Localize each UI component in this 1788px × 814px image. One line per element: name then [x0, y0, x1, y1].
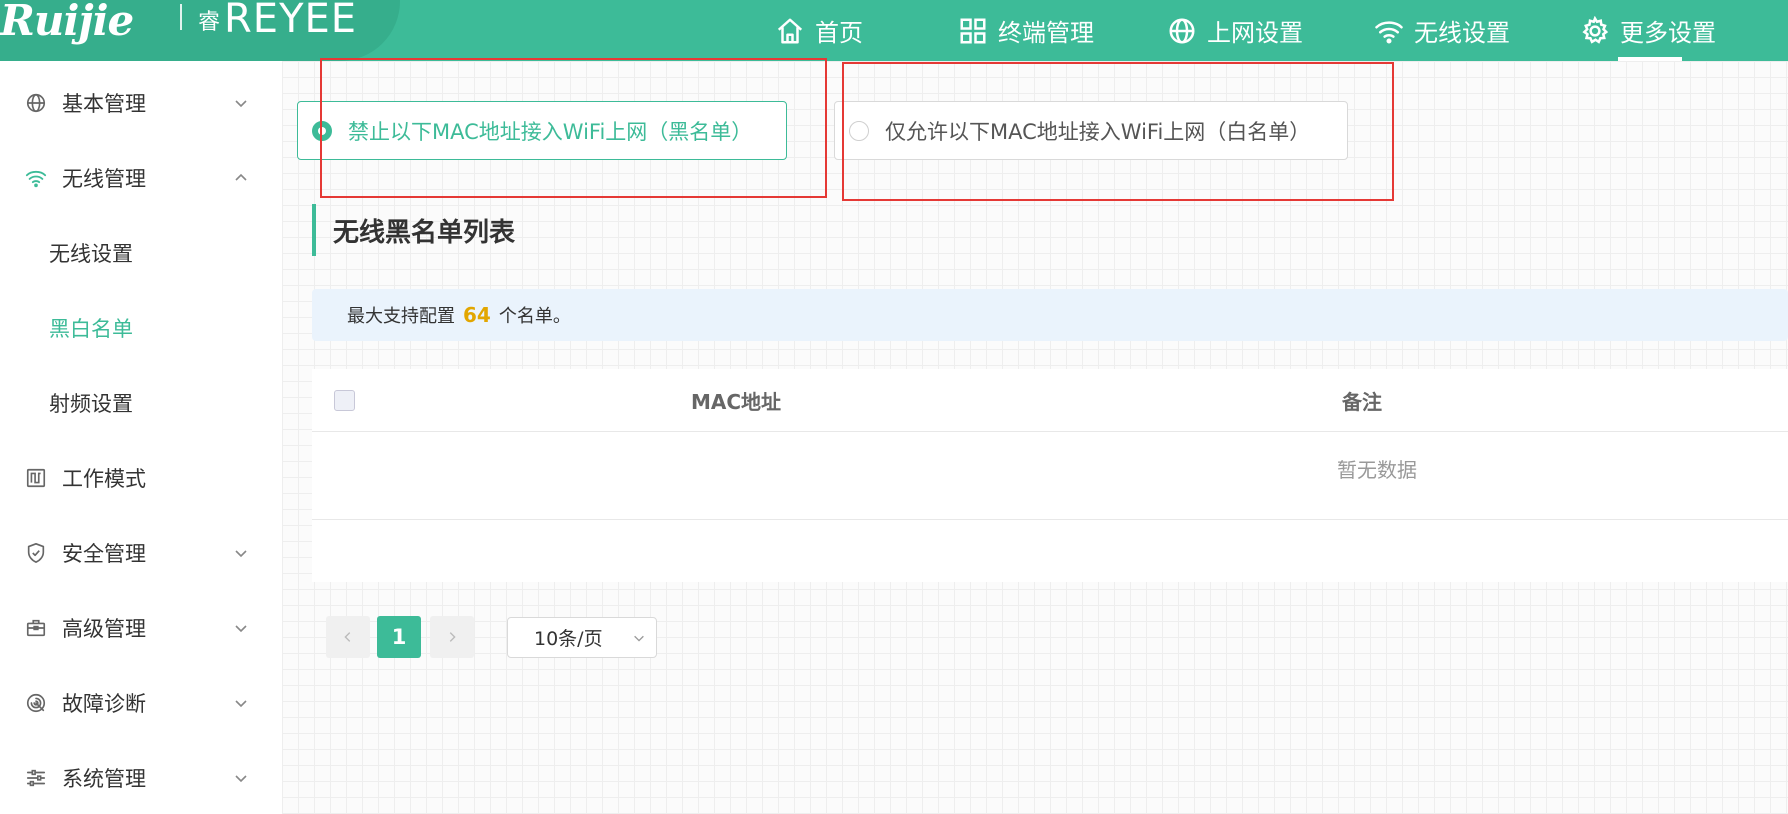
radio-checked-icon: [312, 120, 332, 141]
table-empty-row: 暂无数据: [312, 432, 1788, 520]
page-size-value: 10条/页: [534, 628, 603, 650]
sidebar-subitem-label: 射频设置: [49, 392, 133, 416]
sidebar-item-advanced[interactable]: 高级管理: [0, 603, 270, 653]
chevron-right-icon: [449, 632, 456, 642]
blacklist-radio[interactable]: 禁止以下MAC地址接入WiFi上网（黑名单）: [297, 101, 787, 160]
sidebar-item-label: 无线管理: [62, 167, 146, 191]
chevron-down-icon: [235, 100, 247, 108]
top-bar: Ruijie 睿 REYEE 首页 终端管理 上网设置 无线设置 更多设置: [0, 0, 1788, 61]
topnav-more-settings-label: 更多设置: [1620, 19, 1716, 47]
info-prefix: 最大支持配置: [347, 306, 455, 327]
sidebar-item-system[interactable]: 系统管理: [0, 753, 270, 803]
info-count: 64: [463, 303, 491, 327]
sidebar-item-diagnosis[interactable]: 故障诊断: [0, 678, 270, 728]
sidebar-item-label: 高级管理: [62, 617, 146, 641]
sidebar-subitem-blacklist-whitelist[interactable]: 黑白名单: [0, 303, 270, 353]
whitelist-radio-label: 仅允许以下MAC地址接入WiFi上网（白名单）: [885, 119, 1311, 144]
wifi-icon: [24, 166, 48, 190]
brand-reyee-text: REYEE: [224, 0, 358, 42]
sidebar-item-wireless[interactable]: 无线管理: [0, 153, 270, 203]
sidebar-item-label: 工作模式: [62, 467, 146, 491]
chevron-down-icon: [235, 700, 247, 708]
sidebar-item-label: 故障诊断: [62, 692, 146, 716]
whitelist-radio[interactable]: 仅允许以下MAC地址接入WiFi上网（白名单）: [834, 101, 1348, 160]
topnav-more-settings[interactable]: 更多设置: [1580, 0, 1716, 61]
topnav-internet-label: 上网设置: [1207, 19, 1303, 47]
brand-reyee-mark: 睿: [198, 10, 221, 35]
toolbox-icon: [24, 616, 48, 640]
chevron-down-icon: [634, 635, 644, 642]
sidebar-item-label: 安全管理: [62, 542, 146, 566]
sidebar-subitem-wireless-settings[interactable]: 无线设置: [0, 228, 270, 278]
wifi-icon: [1375, 20, 1403, 43]
sidebar-item-security[interactable]: 安全管理: [0, 528, 270, 578]
diagnose-icon: [24, 691, 48, 715]
sidebar-item-label: 系统管理: [62, 767, 146, 791]
column-header-remark: 备注: [1342, 390, 1382, 414]
empty-text: 暂无数据: [1337, 458, 1417, 482]
info-suffix: 个名单。: [498, 306, 571, 327]
section-title: 无线黑名单列表: [312, 204, 515, 256]
topnav-wireless[interactable]: 无线设置: [1374, 0, 1510, 61]
info-bar: 最大支持配置 64 个名单。: [312, 289, 1788, 341]
home-icon: [777, 18, 803, 43]
topnav-terminal-label: 终端管理: [998, 19, 1094, 47]
topnav-home[interactable]: 首页: [775, 0, 863, 61]
chevron-down-icon: [235, 775, 247, 783]
sliders-icon: [24, 766, 48, 790]
prev-page-button[interactable]: [326, 616, 370, 658]
sidebar-subitem-radio-settings[interactable]: 射频设置: [0, 378, 270, 428]
page-size-select[interactable]: 10条/页: [507, 617, 657, 658]
globe-icon: [1169, 18, 1195, 43]
topnav-internet[interactable]: 上网设置: [1167, 0, 1303, 61]
blacklist-radio-label: 禁止以下MAC地址接入WiFi上网（黑名单）: [348, 119, 753, 144]
brand-divider: [180, 4, 182, 30]
select-all-checkbox[interactable]: [334, 390, 355, 411]
main-content: 禁止以下MAC地址接入WiFi上网（黑名单） 仅允许以下MAC地址接入WiFi上…: [282, 58, 1788, 814]
radio-unchecked-icon: [849, 120, 869, 141]
topnav-terminal[interactable]: 终端管理: [958, 0, 1094, 61]
chevron-left-icon: [344, 632, 351, 642]
grid-icon: [960, 18, 986, 43]
blacklist-table: MAC地址 备注 暂无数据: [312, 369, 1788, 582]
shield-icon: [24, 541, 48, 565]
mode-icon: [24, 466, 48, 490]
column-header-mac: MAC地址: [691, 390, 782, 414]
chevron-down-icon: [235, 625, 247, 633]
sidebar: 基本管理 无线管理 无线设置 黑白名单 射频设置 工作模式 安全管理 高级管理: [0, 61, 282, 814]
globe-icon: [24, 91, 48, 115]
next-page-button[interactable]: [430, 616, 474, 658]
sidebar-subitem-label: 黑白名单: [49, 317, 133, 341]
topnav-wireless-label: 无线设置: [1414, 19, 1510, 47]
gear-icon: [1582, 15, 1609, 44]
table-header: MAC地址 备注: [312, 369, 1788, 432]
page-button-current[interactable]: 1: [377, 616, 421, 658]
sidebar-subitem-label: 无线设置: [49, 242, 133, 266]
chevron-down-icon: [235, 550, 247, 558]
chevron-up-icon: [235, 173, 247, 181]
sidebar-item-label: 基本管理: [62, 92, 146, 116]
sidebar-item-basic[interactable]: 基本管理: [0, 78, 270, 128]
sidebar-item-work-mode[interactable]: 工作模式: [0, 453, 270, 503]
brand-ruijie-text: Ruijie: [0, 0, 134, 45]
topnav-home-label: 首页: [815, 19, 863, 47]
brand-logo[interactable]: Ruijie 睿 REYEE: [0, 0, 400, 61]
